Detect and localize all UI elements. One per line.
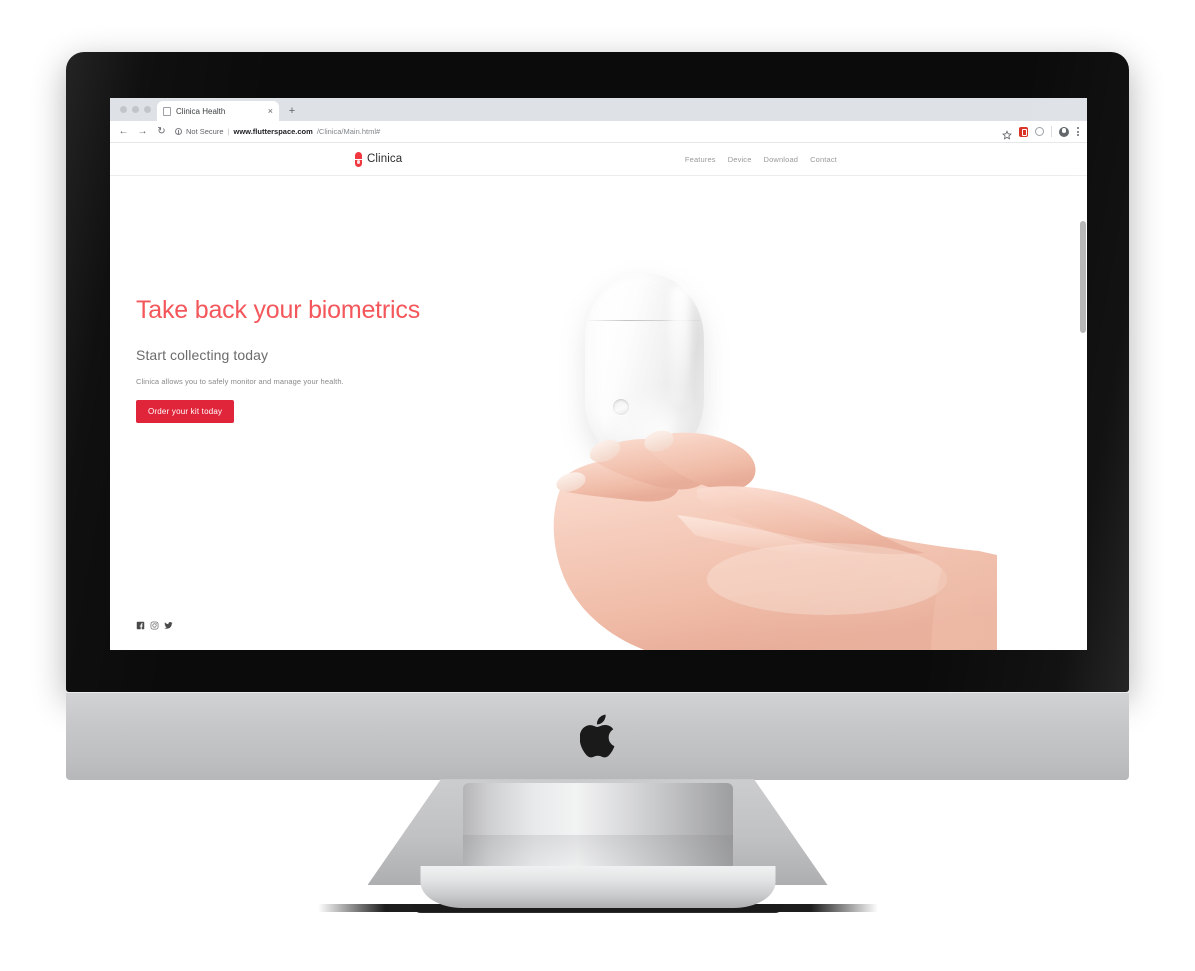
page-scrollbar-thumb[interactable]: [1080, 221, 1086, 333]
facebook-icon[interactable]: [136, 617, 145, 635]
new-tab-button[interactable]: +: [283, 102, 301, 120]
hero-section: Take back your biometrics Start collecti…: [110, 176, 1087, 650]
forward-navigation-icon[interactable]: →: [137, 126, 148, 137]
imac-stand: [317, 779, 878, 924]
tab-title: Clinica Health: [176, 106, 226, 116]
hero-headline: Take back your biometrics: [136, 296, 421, 324]
instagram-icon[interactable]: [150, 617, 159, 635]
brand-logo[interactable]: Clinica: [355, 151, 403, 167]
site-navigation: Features Device Download Contact: [685, 155, 837, 164]
url-domain: www.flutterspace.com: [233, 127, 313, 136]
browser-toolbar: ← → ↻ Not Secure | www.flutterspace.com /…: [110, 121, 1087, 143]
pill-capsule-icon: [355, 151, 362, 167]
extension-badge-icon[interactable]: [1019, 126, 1028, 137]
site-info-icon[interactable]: [175, 128, 182, 135]
nav-item-contact[interactable]: Contact: [810, 155, 837, 164]
twitter-icon[interactable]: [164, 617, 173, 635]
profile-avatar-icon[interactable]: [1059, 126, 1069, 137]
page-scrollbar-track[interactable]: [1079, 221, 1087, 650]
toolbar-divider: [1051, 126, 1052, 137]
close-window-button[interactable]: [120, 106, 127, 113]
back-navigation-icon[interactable]: ←: [118, 126, 129, 137]
close-tab-icon[interactable]: ×: [268, 106, 273, 116]
apple-logo: [579, 714, 614, 758]
page-icon: [163, 106, 171, 116]
bookmark-star-icon[interactable]: [1002, 127, 1012, 140]
open-hand-image: [553, 430, 997, 650]
window-traffic-lights[interactable]: [118, 98, 157, 121]
nav-item-features[interactable]: Features: [685, 155, 716, 164]
order-kit-button[interactable]: Order your kit today: [136, 399, 235, 423]
browser-window: Clinica Health × + ← → ↻ Not Secure | ww…: [110, 98, 1087, 650]
maximize-window-button[interactable]: [144, 106, 151, 113]
browser-tabstrip: Clinica Health × +: [110, 98, 1087, 121]
hero-subheadline: Start collecting today: [136, 346, 269, 363]
omnibox-divider: |: [227, 127, 230, 136]
address-bar[interactable]: Not Secure | www.flutterspace.com/Clinic…: [175, 127, 994, 136]
chrome-menu-icon[interactable]: [1076, 127, 1079, 136]
nav-item-download[interactable]: Download: [764, 155, 799, 164]
hero-copy: Take back your biometrics Start collecti…: [136, 296, 466, 423]
screenshot-stage: Clinica Health × + ← → ↻ Not Secure | ww…: [0, 0, 1195, 971]
social-links: [136, 617, 173, 635]
browser-viewport: Clinica Features Device Download Contact: [110, 143, 1087, 650]
security-status-label: Not Secure: [186, 127, 224, 136]
hero-description: Clinica allows you to safely monitor and…: [136, 376, 344, 386]
device-highlight: [670, 285, 690, 405]
toolbar-actions: [1002, 126, 1079, 140]
imac-chin: [66, 692, 1129, 780]
minimize-window-button[interactable]: [132, 106, 139, 113]
url-path: /Clinica/Main.html#: [316, 127, 381, 136]
reload-icon[interactable]: ↻: [156, 126, 167, 137]
stand-foot: [420, 866, 775, 908]
browser-tab[interactable]: Clinica Health ×: [157, 101, 279, 121]
hero-artwork: [533, 176, 1087, 650]
device-button: [613, 399, 629, 415]
extension-circle-icon[interactable]: [1035, 127, 1044, 136]
nav-item-device[interactable]: Device: [728, 155, 752, 164]
site-header: Clinica Features Device Download Contact: [110, 143, 1087, 176]
brand-name: Clinica: [367, 153, 403, 165]
